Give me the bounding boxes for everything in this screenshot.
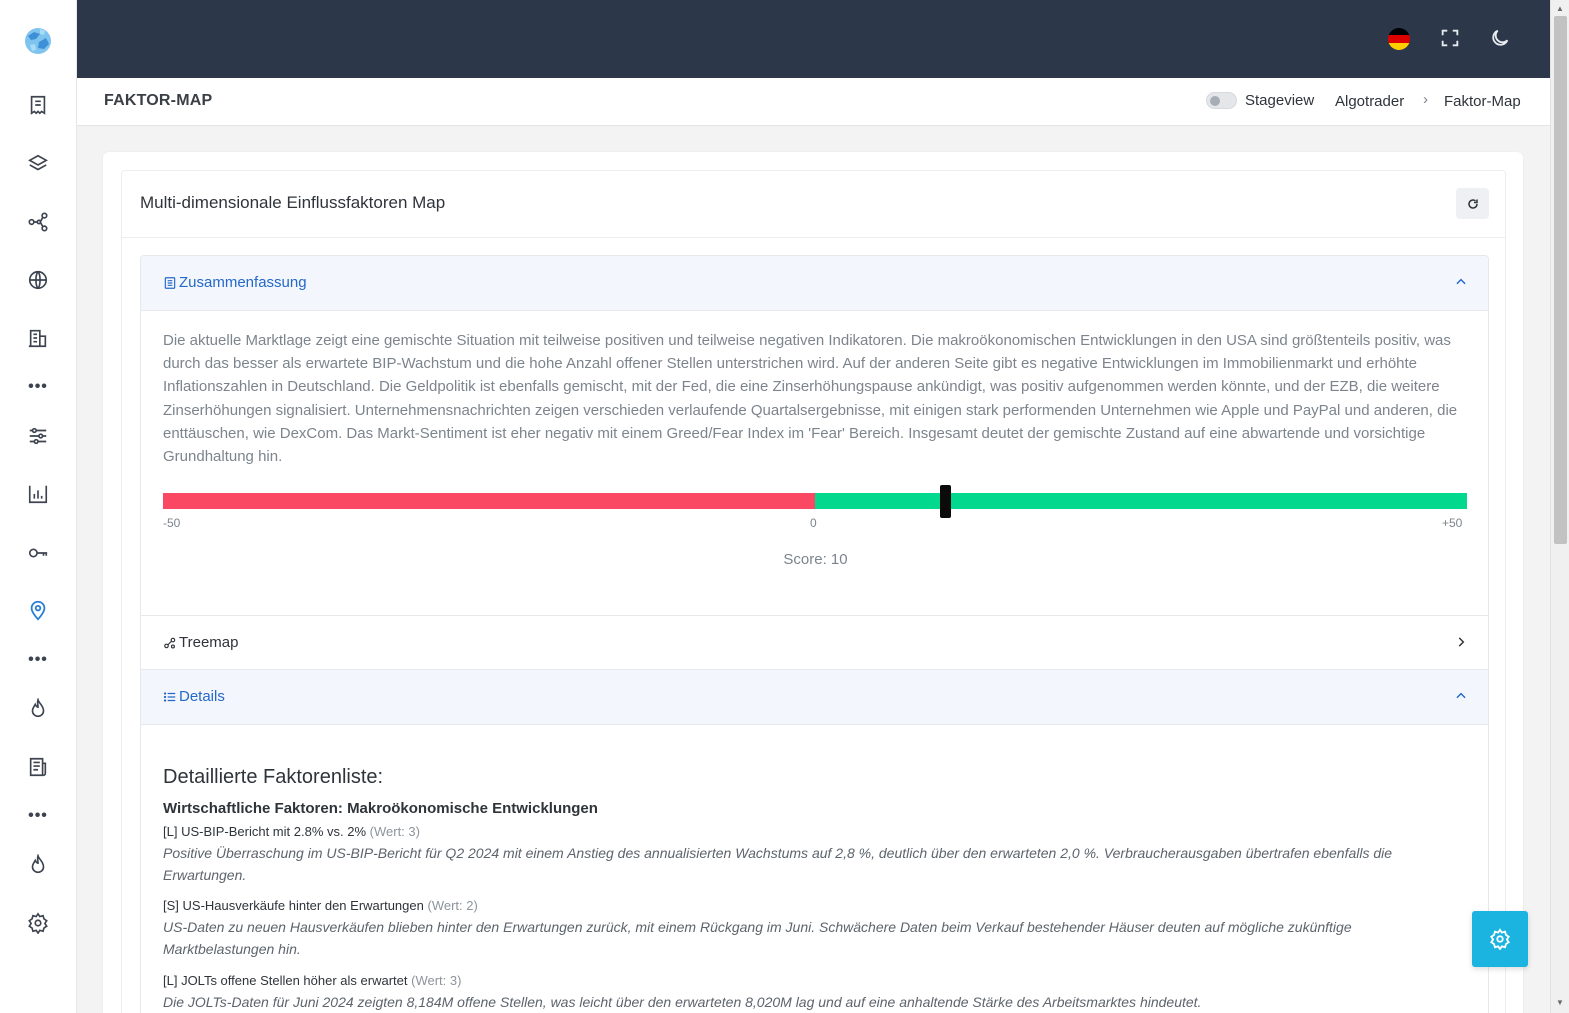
- more-icon: •••: [28, 378, 48, 395]
- chevron-up-icon: [1456, 278, 1466, 285]
- globe-icon[interactable]: [26, 268, 50, 292]
- breadcrumb-algotrader[interactable]: Algotrader: [1335, 93, 1404, 110]
- factor-title-text: [S] US-Hausverkäufe hinter den Erwartung…: [163, 898, 424, 913]
- breadcrumb-faktor-map: Faktor-Map: [1444, 93, 1521, 110]
- treemap-accordion-header[interactable]: Treemap: [141, 615, 1488, 670]
- factor-item: [L] US-BIP-Bericht mit 2.8% vs. 2% (Wert…: [163, 824, 1463, 886]
- gauge-marker: [939, 485, 951, 518]
- more-icon: •••: [28, 807, 48, 824]
- scroll-up-icon[interactable]: ▲: [1556, 4, 1564, 13]
- gear-icon[interactable]: [26, 911, 50, 935]
- page-scrollbar[interactable]: ▲ ▼: [1550, 0, 1569, 1013]
- gear-icon: [1490, 928, 1510, 950]
- receipt-icon[interactable]: [26, 93, 50, 117]
- share-nodes-icon[interactable]: [26, 210, 50, 234]
- divider: [122, 237, 1505, 238]
- score-label: Score: 10: [783, 551, 848, 568]
- newspaper-icon[interactable]: [26, 755, 50, 779]
- treemap-label: Treemap: [179, 634, 239, 651]
- stageview-label: Stageview: [1245, 92, 1315, 109]
- building-doc-icon[interactable]: [26, 326, 50, 350]
- factor-item: [L] JOLTs offene Stellen höher als erwar…: [163, 973, 1463, 1013]
- sidebar: ••• ••• •••: [0, 0, 77, 1013]
- breadcrumb-separator: ›: [1423, 91, 1428, 108]
- factor-value: (Wert: 3): [369, 824, 420, 839]
- details-heading: Detaillierte Faktorenliste:: [163, 766, 384, 788]
- moon-icon[interactable]: [1488, 26, 1512, 50]
- accordion: Zusammenfassung Die aktuelle Marktlage z…: [140, 255, 1489, 1013]
- flame-icon[interactable]: [26, 697, 50, 721]
- factor-title-text: [L] JOLTs offene Stellen höher als erwar…: [163, 973, 408, 988]
- factor-description: US-Daten zu neuen Hausverkäufen blieben …: [163, 919, 1352, 957]
- factor-item: [S] US-Hausverkäufe hinter den Erwartung…: [163, 898, 1463, 960]
- treemap-icon: [164, 637, 176, 649]
- score-gauge: [163, 485, 1467, 518]
- fullscreen-icon[interactable]: [1438, 26, 1462, 50]
- topbar: [77, 0, 1550, 78]
- more-icon: •••: [28, 651, 48, 668]
- details-subheading: Wirtschaftliche Faktoren: Makroökonomisc…: [163, 800, 598, 817]
- list-icon: [163, 691, 176, 702]
- gauge-positive-range: [815, 493, 1467, 509]
- factor-description: Die JOLTs-Daten für Juni 2024 zeigten 8,…: [163, 994, 1202, 1010]
- factor-map-panel: Multi-dimensionale Einflussfaktoren Map …: [121, 170, 1506, 1013]
- chevron-right-icon: [1458, 637, 1465, 647]
- refresh-icon: [1467, 198, 1478, 209]
- page-title: FAKTOR-MAP: [104, 92, 213, 109]
- sliders-icon[interactable]: [26, 424, 50, 448]
- bar-chart-icon[interactable]: [26, 482, 50, 506]
- factor-value: (Wert: 3): [411, 973, 462, 988]
- stageview-toggle[interactable]: [1206, 92, 1237, 109]
- factor-title-text: [L] US-BIP-Bericht mit 2.8% vs. 2%: [163, 824, 367, 839]
- scroll-thumb[interactable]: [1554, 16, 1567, 544]
- globe-logo[interactable]: [22, 24, 54, 58]
- layers-icon[interactable]: [26, 152, 50, 176]
- settings-fab-button[interactable]: [1472, 911, 1528, 967]
- refresh-button[interactable]: [1456, 188, 1489, 219]
- factor-value: (Wert: 2): [427, 898, 478, 913]
- scroll-down-icon[interactable]: ▼: [1556, 998, 1564, 1007]
- chevron-up-icon: [1456, 692, 1466, 699]
- gauge-min-label: -50: [163, 516, 181, 530]
- map-pin-icon[interactable]: [26, 598, 50, 622]
- key-icon[interactable]: [26, 541, 50, 565]
- factor-title: [L] JOLTs offene Stellen höher als erwar…: [163, 973, 1463, 988]
- factor-title: [S] US-Hausverkäufe hinter den Erwartung…: [163, 898, 1463, 913]
- flame-icon[interactable]: [26, 853, 50, 877]
- page-header: FAKTOR-MAP Stageview Algotrader › Faktor…: [77, 78, 1550, 126]
- details-label: Details: [179, 688, 225, 705]
- factor-description: Positive Überraschung im US-BIP-Bericht …: [163, 845, 1393, 883]
- gauge-negative-range: [163, 493, 815, 509]
- details-accordion-header[interactable]: Details: [141, 670, 1488, 725]
- main-card: Multi-dimensionale Einflussfaktoren Map …: [103, 152, 1523, 1013]
- factor-title: [L] US-BIP-Bericht mit 2.8% vs. 2% (Wert…: [163, 824, 1463, 839]
- summary-text: Die aktuelle Marktlage zeigt eine gemisc…: [163, 332, 1458, 466]
- gauge-max-label: +50: [1442, 516, 1463, 530]
- germany-flag-icon[interactable]: [1388, 28, 1410, 50]
- card-title: Multi-dimensionale Einflussfaktoren Map: [140, 193, 446, 212]
- summary-accordion-header[interactable]: Zusammenfassung: [141, 256, 1488, 311]
- document-icon: [164, 276, 176, 289]
- gauge-mid-label: 0: [810, 516, 817, 530]
- summary-label: Zusammenfassung: [179, 274, 307, 291]
